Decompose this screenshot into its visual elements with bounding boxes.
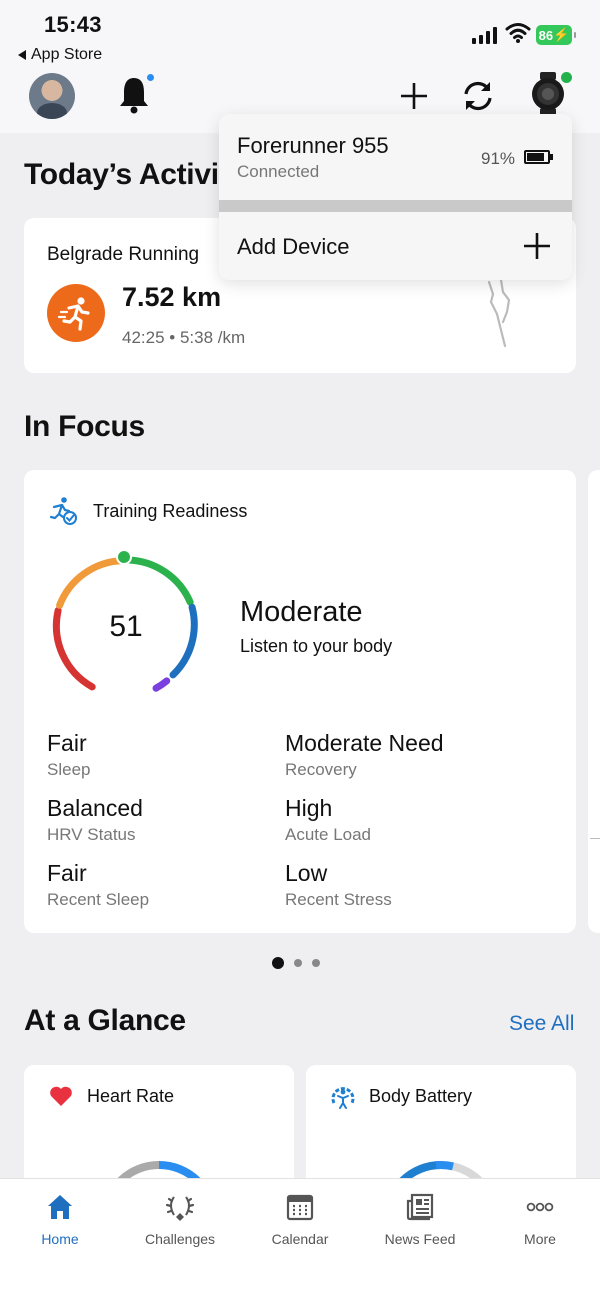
readiness-level: Moderate [240,596,363,628]
see-all-link[interactable]: See All [509,1012,574,1036]
page-dot [312,959,320,967]
page-dot [272,957,284,969]
running-icon [47,284,105,342]
training-readiness-card[interactable]: Training Readiness 51 Moderate Listen to… [24,470,576,933]
heart-icon [50,1086,72,1106]
readiness-score: 51 [109,610,143,643]
metric-recovery: Moderate Need Recovery [285,730,444,779]
avatar[interactable] [29,73,75,119]
news-icon [406,1193,434,1221]
metric-hrv-status: Balanced HRV Status [47,795,143,844]
device-battery-percent: 91% [481,149,516,168]
device-row[interactable]: Forerunner 955 Connected 91% [219,114,572,200]
page-dot [294,959,302,967]
training-readiness-title: Training Readiness [93,501,248,521]
tab-home[interactable]: Home [0,1191,120,1247]
body-battery-icon [331,1087,355,1109]
divider [590,838,600,839]
tab-challenges[interactable]: Challenges [120,1191,240,1247]
more-icon [526,1202,554,1212]
dropdown-separator [219,200,572,212]
body-battery-title: Body Battery [369,1086,473,1106]
today-heading: Today’s Activi [24,158,219,191]
calendar-icon [286,1194,314,1221]
activity-name: Belgrade Running [47,244,200,265]
battery-indicator: 86 ⚡ [536,25,576,45]
laurel-icon [165,1196,195,1221]
metric-recent-sleep: Fair Recent Sleep [47,860,150,909]
back-label: App Store [31,46,103,63]
add-device-row[interactable]: Add Device [219,212,572,280]
device-status: Connected [237,162,320,181]
tab-bar: Home Challenges Calendar News Feed More [0,1178,600,1299]
tab-calendar[interactable]: Calendar [240,1191,360,1247]
add-device-plus-icon [524,233,550,259]
metric-sleep: Fair Sleep [47,730,91,779]
training-readiness-icon [49,497,77,525]
cellular-signal-icon [472,26,497,44]
home-icon [48,1195,72,1219]
focus-heading: In Focus [24,410,145,443]
activity-meta: 42:25 • 5:38 /km [122,328,246,347]
device-connected-badge [561,72,572,83]
metric-recent-stress: Low Recent Stress [285,860,392,909]
add-device-label: Add Device [237,234,350,259]
readiness-subtitle: Listen to your body [240,636,393,656]
device-dropdown: Forerunner 955 Connected 91% Add Device [219,114,572,280]
glance-heading: At a Glance [24,1004,186,1037]
sync-icon[interactable] [460,78,496,114]
notification-badge [145,72,156,83]
back-arrow-icon [18,50,26,60]
battery-icon [524,150,553,164]
tab-news-feed[interactable]: News Feed [360,1191,480,1247]
heart-rate-title: Heart Rate [87,1086,175,1106]
next-focus-card-peek[interactable] [588,470,600,933]
activity-distance: 7.52 km [122,282,222,312]
tab-more[interactable]: More [480,1191,600,1247]
back-to-app-store[interactable]: App Store [18,46,102,64]
wifi-icon [505,23,531,43]
metric-acute-load: High Acute Load [285,795,372,844]
route-map-icon [487,278,511,348]
page-indicator[interactable] [272,957,320,969]
device-name: Forerunner 955 [237,133,389,158]
status-time: 15:43 [44,12,102,37]
plus-icon[interactable] [400,82,428,110]
